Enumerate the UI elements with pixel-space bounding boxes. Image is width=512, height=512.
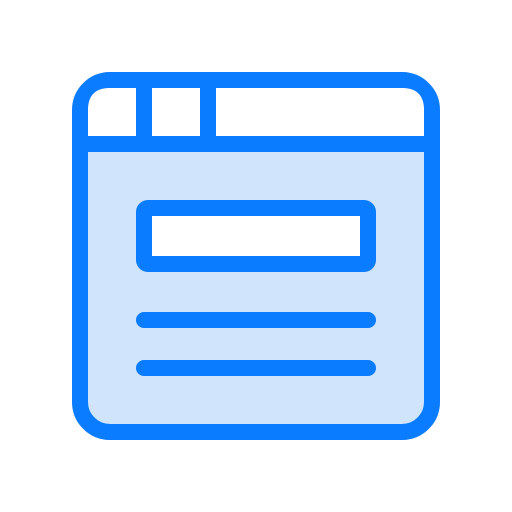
browser-window-icon [72, 72, 440, 440]
icon-canvas [0, 0, 512, 512]
content-block [136, 200, 376, 272]
